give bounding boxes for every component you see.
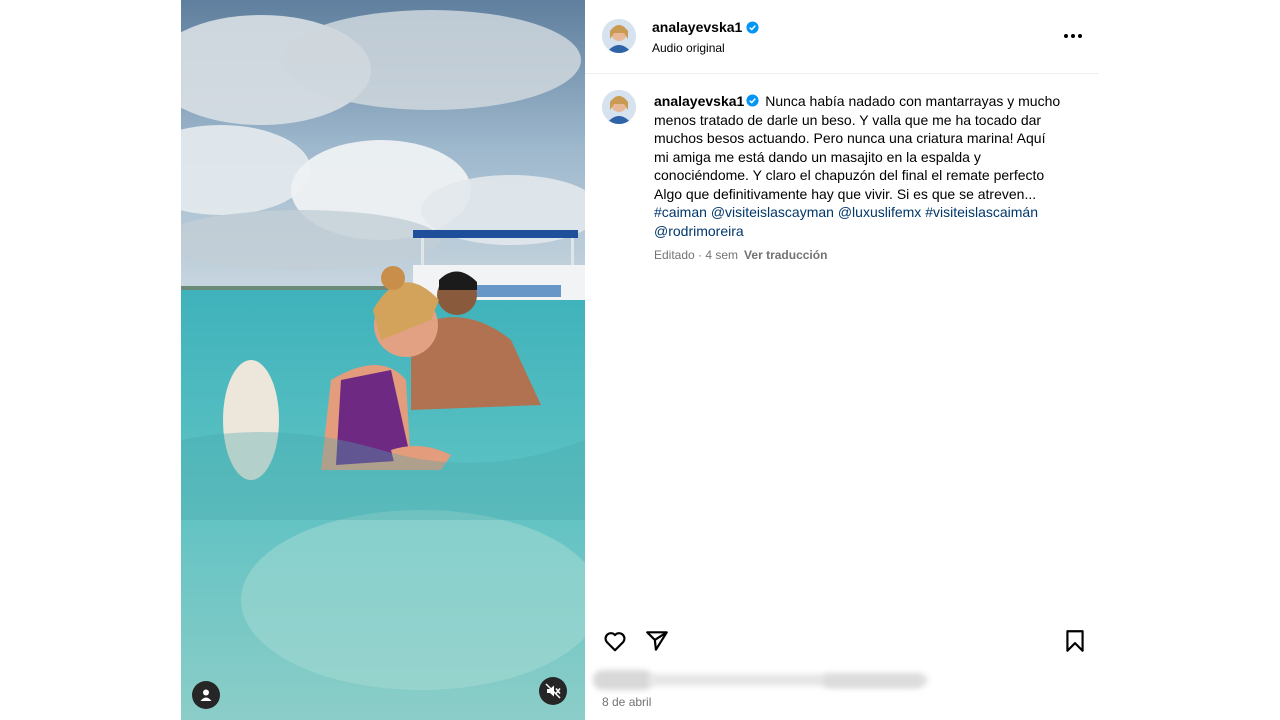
avatar-image [602, 19, 636, 53]
post-media[interactable] [181, 0, 585, 720]
hashtag-link[interactable]: #caiman [654, 204, 707, 220]
mention-link[interactable]: @visiteislascayman [711, 204, 834, 220]
user-tag-button[interactable] [192, 681, 220, 709]
heart-icon[interactable] [602, 628, 628, 654]
post-caption: analayevska1 Nunca había nadado con mant… [654, 92, 1064, 240]
audio-link[interactable]: Audio original [652, 41, 725, 55]
post-date[interactable]: 8 de abril [602, 695, 651, 709]
caption-avatar[interactable] [602, 90, 636, 124]
blurred-avatars [593, 670, 653, 690]
send-icon[interactable] [644, 628, 670, 654]
verified-badge-icon [746, 94, 759, 107]
edited-time: Editado · 4 sem [654, 248, 739, 262]
header-username[interactable]: analayevska1 [652, 19, 759, 35]
mention-link[interactable]: @rodrimoreira [654, 223, 744, 239]
caption-text: Nunca había nadado con mantarrayas y muc… [654, 93, 1061, 202]
mention-link[interactable]: @luxuslifemx [838, 204, 921, 220]
caption-username[interactable]: analayevska1 [654, 93, 744, 109]
verified-badge-icon [746, 20, 759, 34]
speaker-muted-icon [545, 683, 561, 699]
dot [1078, 34, 1082, 38]
more-options-button[interactable] [1062, 26, 1084, 46]
bookmark-icon[interactable] [1062, 628, 1088, 654]
avatar-image [602, 90, 636, 124]
post-photo [181, 0, 585, 720]
likes-summary-blurred [593, 666, 963, 692]
see-translation-button[interactable]: Ver traducción [744, 248, 827, 262]
caption-meta: Editado · 4 sem Ver traducción [654, 248, 827, 262]
avatar[interactable] [602, 19, 636, 53]
username-text[interactable]: analayevska1 [652, 19, 742, 35]
dot [1071, 34, 1075, 38]
hashtag-link[interactable]: #visiteislascaimán [925, 204, 1038, 220]
action-bar [585, 622, 1099, 658]
dot [1064, 34, 1068, 38]
user-tag-icon [200, 689, 212, 701]
mute-button[interactable] [539, 677, 567, 705]
post-header: analayevska1 Audio original [585, 0, 1099, 74]
blurred-text [823, 674, 923, 688]
post-details-panel: analayevska1 Audio original analayevska1… [585, 0, 1099, 720]
